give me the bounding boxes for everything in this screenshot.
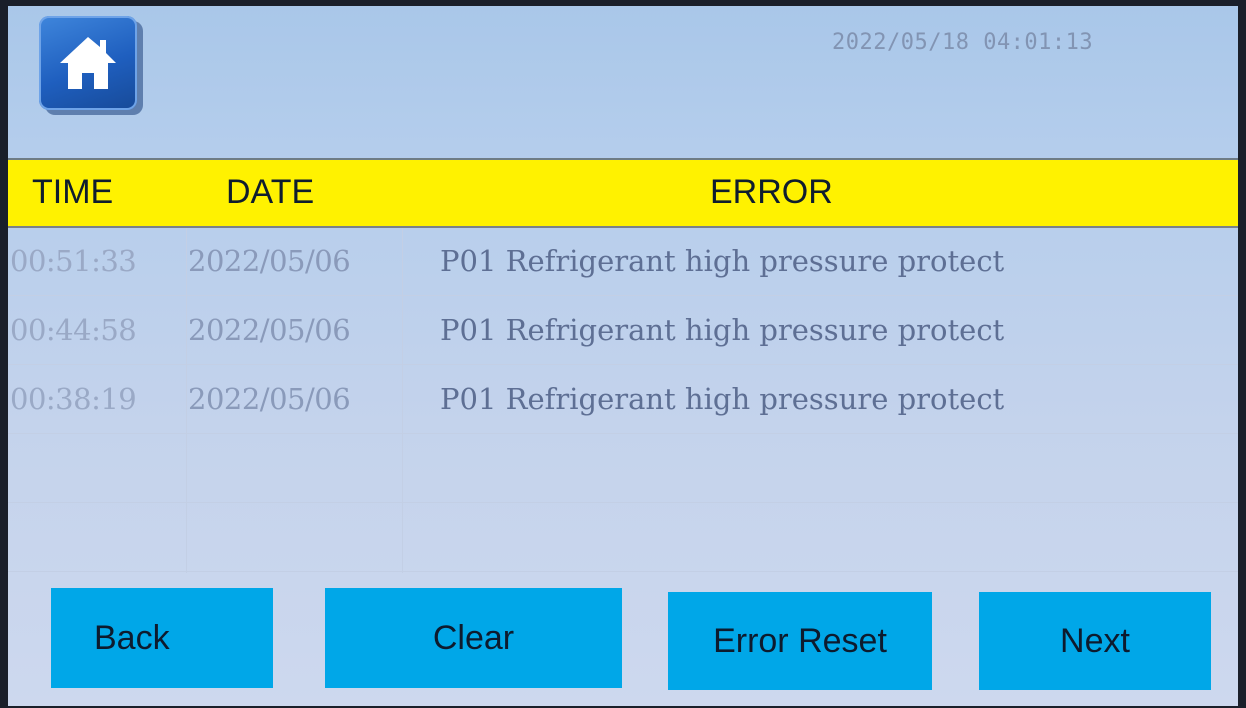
table-row <box>8 504 1238 572</box>
table-row <box>8 435 1238 503</box>
row-date: 2022/05/06 <box>188 382 351 416</box>
row-error: P01 Refrigerant high pressure protect <box>440 382 1005 416</box>
table-row: 00:51:33 2022/05/06 P01 Refrigerant high… <box>8 228 1238 296</box>
next-button[interactable]: Next <box>979 592 1211 690</box>
column-header-error: ERROR <box>710 173 833 211</box>
row-date: 2022/05/06 <box>188 313 351 347</box>
row-error: P01 Refrigerant high pressure protect <box>440 313 1005 347</box>
row-time: 00:51:33 <box>10 244 137 278</box>
column-header-date: DATE <box>226 173 315 211</box>
home-button[interactable] <box>39 16 137 110</box>
column-header-time: TIME <box>32 173 114 211</box>
row-time: 00:44:58 <box>10 313 137 347</box>
home-icon <box>60 37 116 89</box>
clear-button[interactable]: Clear <box>325 588 622 688</box>
table-row: 00:38:19 2022/05/06 P01 Refrigerant high… <box>8 366 1238 434</box>
error-log-table: 00:51:33 2022/05/06 P01 Refrigerant high… <box>8 228 1238 573</box>
system-datetime: 2022/05/18 04:01:13 <box>832 30 1094 55</box>
row-error: P01 Refrigerant high pressure protect <box>440 244 1005 278</box>
table-header: TIME DATE ERROR <box>8 158 1238 228</box>
row-time: 00:38:19 <box>10 382 137 416</box>
row-date: 2022/05/06 <box>188 244 351 278</box>
table-row: 00:44:58 2022/05/06 P01 Refrigerant high… <box>8 297 1238 365</box>
alarm-history-screen: 2022/05/18 04:01:13 TIME DATE ERROR 00:5… <box>8 6 1238 706</box>
error-reset-button[interactable]: Error Reset <box>668 592 932 690</box>
back-button[interactable]: Back <box>51 588 273 688</box>
